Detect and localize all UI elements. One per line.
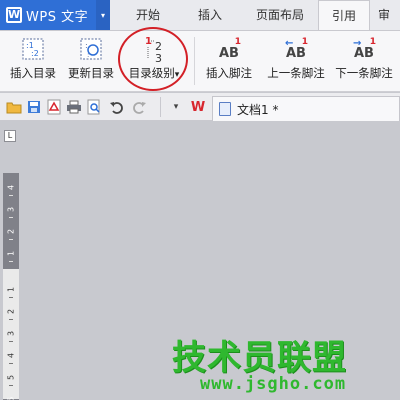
redo-icon[interactable]	[132, 99, 148, 115]
ruler-number: 3	[6, 330, 16, 337]
quick-access-toolbar: ▾ W 文档1 *	[0, 93, 400, 121]
print-preview-icon[interactable]	[86, 99, 102, 115]
update-toc-button[interactable]: : : 更新目录	[64, 33, 118, 89]
ruler-tick	[9, 239, 13, 240]
prev-footnote-button[interactable]: ← AB 1 上一条脚注	[262, 33, 330, 89]
update-toc-label: 更新目录	[68, 66, 114, 80]
tab-insert[interactable]: 插入	[180, 0, 240, 30]
tab-review[interactable]: 审	[378, 0, 400, 30]
watermark-url: www.jsgho.com	[200, 374, 347, 394]
prev-footnote-icon: ← AB 1	[282, 33, 310, 65]
app-menu-caret-icon[interactable]: ▾	[96, 0, 110, 30]
insert-toc-button[interactable]: :1 :2 插入目录	[6, 33, 60, 89]
ruler-number: 4	[6, 352, 16, 359]
ruler-number: 1	[6, 286, 16, 293]
insert-toc-label: 插入目录	[10, 66, 56, 80]
svg-text::: :	[85, 41, 88, 50]
toolbar-more-caret-icon[interactable]: ▾	[168, 99, 184, 115]
ruler-number: 1	[6, 250, 16, 257]
watermark-chinese: 技术员联盟	[172, 338, 347, 378]
arrow-left-glyph: ←	[285, 37, 294, 49]
document-tab[interactable]: 文档1 *	[212, 96, 400, 121]
export-pdf-icon[interactable]	[46, 99, 62, 115]
next-footnote-label: 下一条脚注	[335, 66, 393, 80]
ruler-tick	[9, 195, 13, 196]
svg-text::: :	[87, 51, 89, 59]
ruler-number: 2	[6, 228, 16, 235]
document-tab-title: 文档1 *	[237, 102, 279, 117]
insert-footnote-button[interactable]: AB 1 插入脚注	[202, 33, 256, 89]
next-footnote-button[interactable]: → AB 1 下一条脚注	[330, 33, 398, 89]
wps-app-menu-button[interactable]: W WPS 文字 ▾	[0, 0, 110, 30]
insert-toc-icon: :1 :2	[20, 33, 46, 65]
wps-small-logo-icon[interactable]: W	[190, 99, 206, 115]
arrow-right-glyph: →	[353, 37, 362, 49]
ruler-tick	[9, 261, 13, 262]
update-toc-icon: : :	[78, 33, 104, 65]
ruler-number: 4	[6, 184, 16, 191]
ruler-number: 6	[6, 396, 16, 400]
tab-page-layout[interactable]: 页面布局	[244, 0, 316, 30]
ruler-tick	[9, 319, 13, 320]
next-footnote-icon: → AB 1	[350, 33, 378, 65]
footnote-mark-glyph: 1	[301, 36, 308, 47]
undo-icon[interactable]	[108, 99, 124, 115]
title-bar: W WPS 文字 ▾ 开始 插入 页面布局 引用 审	[0, 0, 400, 31]
tab-references[interactable]: 引用	[318, 0, 370, 31]
ruler-tick	[9, 385, 13, 386]
print-icon[interactable]	[66, 99, 82, 115]
ruler-number: 3	[6, 206, 16, 213]
ruler-number: 2	[6, 308, 16, 315]
toolbar-separator	[160, 97, 161, 117]
app-title: WPS 文字	[26, 9, 89, 25]
ribbon-separator	[194, 37, 195, 85]
open-folder-icon[interactable]	[6, 99, 22, 115]
ruler-tick	[9, 363, 13, 364]
ruler-tick	[9, 297, 13, 298]
svg-text::2: :2	[31, 49, 39, 58]
tab-home[interactable]: 开始	[122, 0, 174, 30]
insert-footnote-icon: AB 1	[215, 33, 243, 65]
footnote-mark-glyph: 1	[369, 36, 376, 47]
ribbon-references: :1 :2 插入目录 : : 更新目录 1 2 3 目录级别▾ AB 1 插入脚…	[0, 30, 400, 92]
footnote-mark-glyph: 1	[234, 36, 241, 47]
vertical-ruler[interactable]: 4 3 2 1 1 2 3 4 5 6	[3, 173, 19, 400]
wps-small-logo-glyph: W	[190, 99, 206, 115]
ruler-number: 5	[6, 374, 16, 381]
save-icon[interactable]	[26, 99, 42, 115]
prev-footnote-label: 上一条脚注	[267, 66, 325, 80]
annotation-circle	[118, 27, 188, 91]
ruler-tick	[9, 341, 13, 342]
tab-stop-selector[interactable]: L	[4, 130, 16, 142]
wps-logo-icon: W	[6, 7, 22, 23]
insert-footnote-label: 插入脚注	[206, 66, 252, 80]
document-icon	[219, 102, 231, 116]
ruler-tick	[9, 217, 13, 218]
ab-glyph: AB	[219, 45, 239, 61]
